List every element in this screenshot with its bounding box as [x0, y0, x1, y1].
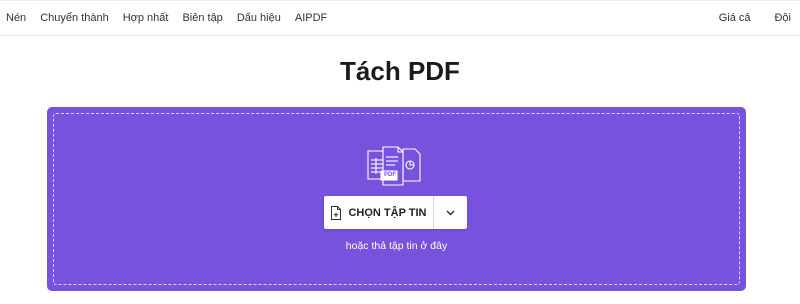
choose-file-group: CHỌN TẬP TIN: [324, 196, 467, 229]
choose-file-button[interactable]: CHỌN TẬP TIN: [324, 196, 434, 229]
nav-left: Nén Chuyển thành Hợp nhất Biên tập Dấu h…: [6, 12, 341, 24]
page-title: Tách PDF: [340, 56, 460, 86]
drop-hint-text: hoặc thả tập tin ở đây: [345, 240, 448, 252]
nav-item-pricing[interactable]: Giá cả: [719, 12, 751, 24]
file-dropzone[interactable]: PDF CHỌN TẬP TIN hoặc thả tập tin ở đây: [47, 107, 746, 291]
source-dropdown-button[interactable]: [434, 196, 467, 229]
nav-item-team[interactable]: Đội: [774, 12, 791, 24]
nav-right: Giá cả Đội: [695, 12, 791, 24]
file-plus-icon: [331, 205, 342, 220]
split-files-icon: [367, 146, 421, 186]
chevron-down-icon: [446, 210, 455, 216]
nav-item-edit[interactable]: Biên tập: [182, 12, 222, 24]
nav-item-convert[interactable]: Chuyển thành: [40, 12, 109, 24]
nav-item-aipdf[interactable]: AIPDF: [295, 12, 327, 24]
nav-item-merge[interactable]: Hợp nhất: [123, 12, 169, 24]
nav-item-sign[interactable]: Dấu hiệu: [237, 12, 281, 24]
nav-item-compress[interactable]: Nén: [6, 12, 26, 24]
pdf-badge-label: PDF: [384, 172, 396, 178]
choose-file-label: CHỌN TẬP TIN: [348, 206, 427, 219]
top-nav: Nén Chuyển thành Hợp nhất Biên tập Dấu h…: [0, 0, 800, 36]
